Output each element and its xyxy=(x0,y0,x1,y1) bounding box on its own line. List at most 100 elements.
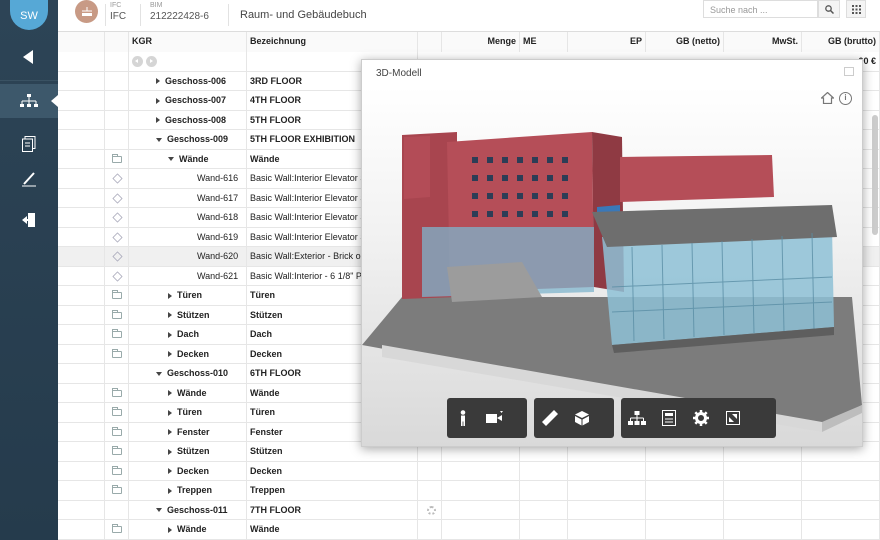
bezeichnung-label: Wände xyxy=(250,153,280,164)
search-icon xyxy=(824,4,834,14)
walk-mode-button[interactable] xyxy=(447,398,479,438)
expand-icon[interactable] xyxy=(168,409,172,416)
bezeichnung-label: 4TH FLOOR xyxy=(250,95,301,105)
expand-icon[interactable] xyxy=(168,448,172,455)
3d-scene[interactable] xyxy=(362,87,862,446)
home-icon[interactable] xyxy=(821,92,834,104)
col-header-bezeichnung[interactable]: Bezeichnung xyxy=(247,32,418,52)
cell xyxy=(724,500,802,520)
rail-divider xyxy=(0,80,58,81)
table-row[interactable]: Treppen Treppen xyxy=(58,481,880,501)
next-page-icon[interactable] xyxy=(146,56,157,67)
cell xyxy=(105,461,129,481)
fullscreen-button[interactable] xyxy=(717,398,749,438)
expand-icon[interactable] xyxy=(168,351,172,358)
col-header-mwst[interactable]: MwSt. xyxy=(724,32,802,52)
kgr-cell: Türen xyxy=(129,286,247,306)
folder-icon xyxy=(112,290,122,299)
scrollbar[interactable] xyxy=(872,115,878,235)
header-divider xyxy=(140,4,141,26)
expand-icon[interactable] xyxy=(168,331,172,338)
cell xyxy=(58,266,105,286)
kgr-cell: Türen xyxy=(129,403,247,423)
collapse-icon[interactable] xyxy=(156,371,162,376)
kgr-label: Wand-617 xyxy=(197,192,239,203)
expand-icon[interactable] xyxy=(156,97,160,104)
minimize-icon[interactable] xyxy=(844,67,854,76)
rail-item-documents[interactable] xyxy=(0,127,58,161)
table-header: KGR Bezeichnung Menge ME EP GB (netto) M… xyxy=(58,32,880,52)
cell xyxy=(105,286,129,306)
kgr-cell: Dach xyxy=(129,325,247,345)
element-icon xyxy=(112,212,123,223)
project-logo[interactable] xyxy=(75,0,98,23)
kgr-cell: Wand-617 xyxy=(129,188,247,208)
cell xyxy=(418,461,442,481)
expand-icon[interactable] xyxy=(168,312,172,319)
cell xyxy=(520,520,568,540)
table-row[interactable]: Decken Decken xyxy=(58,461,880,481)
measure-button[interactable] xyxy=(534,398,566,438)
search-input[interactable]: Suche nach ... xyxy=(703,0,818,18)
kgr-label: Geschoss-010 xyxy=(167,368,229,378)
prev-page-icon[interactable] xyxy=(132,56,143,67)
cell xyxy=(58,481,105,501)
col-header-ep[interactable]: EP xyxy=(568,32,646,52)
back-button[interactable] xyxy=(0,40,58,74)
collapse-icon[interactable] xyxy=(168,157,174,162)
cell xyxy=(58,169,105,189)
table-row[interactable]: Geschoss-011 7TH FLOOR xyxy=(58,500,880,520)
search-button[interactable] xyxy=(818,0,840,18)
rail-item-structure[interactable] xyxy=(0,84,58,118)
bim-indicator: BIM 212222428-6 xyxy=(150,0,209,22)
info-icon[interactable]: i xyxy=(839,92,852,105)
cell xyxy=(58,149,105,169)
expand-icon[interactable] xyxy=(156,78,160,85)
kgr-label: Stützen xyxy=(177,446,210,456)
viewer-toolbar-settings xyxy=(621,398,776,438)
cell xyxy=(58,71,105,91)
properties-button[interactable] xyxy=(653,398,685,438)
section-box-button[interactable] xyxy=(566,398,598,438)
expand-icon[interactable] xyxy=(168,487,172,494)
settings-button[interactable] xyxy=(685,398,717,438)
col-header-gb-netto[interactable]: GB (netto) xyxy=(646,32,724,52)
kgr-cell: Decken xyxy=(129,344,247,364)
bezeichnung-label: Basic Wall:Interior Elevator S xyxy=(250,173,367,183)
grid-view-button[interactable] xyxy=(846,0,866,18)
viewer-title: 3D-Modell xyxy=(376,68,422,79)
expand-icon[interactable] xyxy=(168,468,172,475)
expand-icon[interactable] xyxy=(168,292,172,299)
col-header-menge[interactable]: Menge xyxy=(442,32,520,52)
col-header-me[interactable]: ME xyxy=(520,32,568,52)
col-header-kgr[interactable]: KGR xyxy=(129,32,247,52)
gear-icon[interactable] xyxy=(427,505,436,515)
cell xyxy=(802,500,880,520)
folder-icon xyxy=(112,446,122,455)
expand-icon[interactable] xyxy=(168,526,172,533)
kgr-cell: Wände xyxy=(129,149,247,169)
col-header-gb-brutto[interactable]: GB (brutto) xyxy=(802,32,880,52)
expand-icon[interactable] xyxy=(168,429,172,436)
grid-icon xyxy=(851,4,861,14)
collapse-icon[interactable] xyxy=(156,508,162,513)
model-tree-button[interactable] xyxy=(621,398,653,438)
avatar[interactable]: SW xyxy=(10,0,48,30)
rail-item-edit[interactable] xyxy=(0,162,58,196)
folder-icon xyxy=(112,153,122,163)
header-divider xyxy=(105,4,106,26)
cell xyxy=(105,208,129,228)
camera-button[interactable] xyxy=(479,398,511,438)
project-number: 212222428-6 xyxy=(150,11,209,22)
top-header: IFC IFC BIM 212222428-6 Raum- und Gebäud… xyxy=(58,0,880,32)
element-icon xyxy=(112,270,123,282)
cell xyxy=(105,149,129,169)
collapse-icon[interactable] xyxy=(156,137,162,142)
bezeichnung-label: 6TH FLOOR xyxy=(250,368,301,378)
bezeichnung-label: Basic Wall:Interior - 6 1/8" Pa xyxy=(250,270,367,281)
cell xyxy=(724,481,802,501)
table-row[interactable]: Wände Wände xyxy=(58,520,880,540)
expand-icon[interactable] xyxy=(156,117,160,124)
expand-icon[interactable] xyxy=(168,390,172,397)
rail-item-exit[interactable] xyxy=(0,203,58,237)
